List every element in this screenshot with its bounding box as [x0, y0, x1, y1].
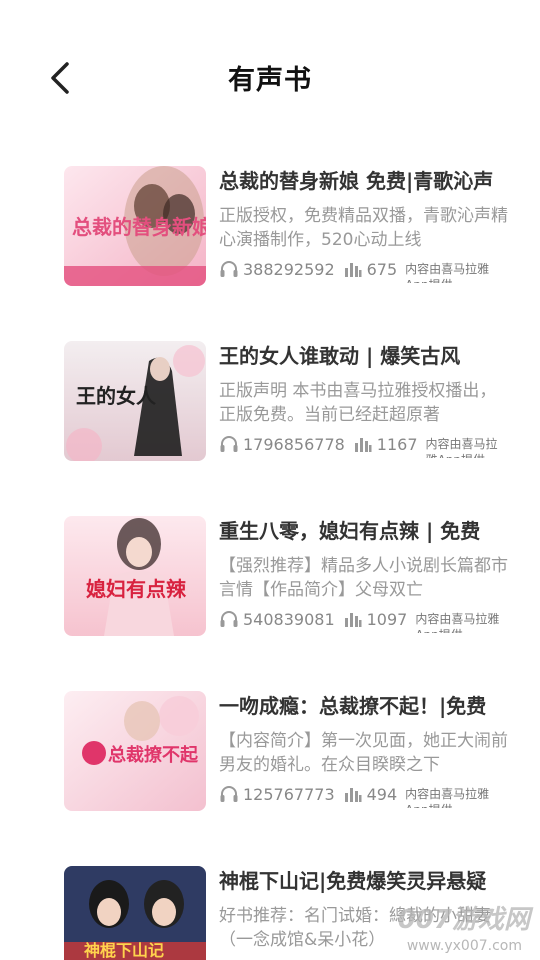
play-count-value: 1796856778 [243, 434, 345, 454]
book-description: 正版授权，免费精品双播，青歌沁声精心演播制作，520心动上线 [219, 206, 508, 250]
play-count-value: 540839081 [243, 609, 335, 629]
list-item[interactable]: 媳妇有点辣 重生八零，媳妇有点辣 | 免费 【强烈推荐】精品多人小说剧长篇都市言… [0, 500, 540, 640]
headphones-icon [220, 786, 238, 802]
book-cover: 总裁撩不起 [64, 691, 206, 811]
book-cover: 王的女人 [64, 341, 206, 461]
headphones-icon [220, 261, 238, 277]
list-item[interactable]: 总裁撩不起 一吻成瘾：总裁撩不起！|免费 【内容简介】第一次见面，她正大闹前男友… [0, 675, 540, 815]
book-description: 【内容简介】第一次见面，她正大闹前男友的婚礼。在众目睽睽之下 [219, 731, 508, 775]
cover-title-text: 总裁撩不起 [108, 744, 199, 766]
content-source: 内容由喜马拉雅App提供 [425, 437, 498, 458]
book-title: 总裁的替身新娘 免费|青歌沁声 [219, 169, 494, 193]
watermark-logo: 007游戏网 [397, 905, 530, 935]
episode-count: 1167 [353, 433, 426, 455]
headphones-icon [220, 436, 238, 452]
book-title: 一吻成瘾：总裁撩不起！|免费 [219, 694, 487, 718]
play-count-value: 125767773 [243, 784, 335, 804]
episode-count-value: 1167 [376, 434, 418, 454]
content-source: 内容由喜马拉雅App提供 [405, 262, 490, 283]
episode-count-value: 1097 [366, 609, 408, 629]
book-description: 【强烈推荐】精品多人小说剧长篇都市言情【作品简介】父母双亡 [219, 556, 508, 600]
play-count: 540839081 [219, 608, 343, 630]
bar-chart-icon [344, 613, 362, 627]
book-title: 神棍下山记|免费爆笑灵异悬疑 [219, 869, 487, 893]
list-item[interactable]: 总裁的替身新娘 总裁的替身新娘 免费|青歌沁声 正版授权，免费精品双播，青歌沁声… [0, 150, 540, 290]
episode-count-value: 494 [366, 784, 398, 804]
play-count-value: 388292592 [243, 259, 335, 279]
episode-count: 675 [343, 258, 406, 280]
cover-title-text: 媳妇有点辣 [86, 577, 187, 601]
episode-count: 494 [343, 783, 406, 805]
top-bar: 有声书 [0, 0, 540, 150]
book-cover: 总裁的替身新娘 [64, 166, 206, 286]
bar-chart-icon [344, 263, 362, 277]
play-count: 388292592 [219, 258, 343, 280]
book-cover: 神棍下山记 [64, 866, 206, 960]
cover-title-text: 总裁的替身新娘 [72, 215, 206, 239]
cover-title-text: 神棍下山记 [84, 941, 164, 960]
book-title: 王的女人谁敢动 | 爆笑古风 [219, 344, 461, 368]
episode-count-value: 675 [366, 259, 398, 279]
content-source: 内容由喜马拉雅App提供 [415, 612, 500, 633]
content-source: 内容由喜马拉雅App提供 [405, 787, 490, 808]
book-cover: 媳妇有点辣 [64, 516, 206, 636]
play-count: 1796856778 [219, 433, 353, 455]
book-title: 重生八零，媳妇有点辣 | 免费 [219, 519, 481, 543]
watermark-url: www.yx007.com [406, 938, 522, 954]
headphones-icon [220, 611, 238, 627]
cover-title-text: 王的女人 [76, 384, 157, 408]
book-description: 正版声明 本书由喜马拉雅授权播出，正版免费。当前已经赶超原著 [219, 381, 497, 425]
play-count: 125767773 [219, 783, 343, 805]
bar-chart-icon [344, 788, 362, 802]
bar-chart-icon [354, 438, 372, 452]
episode-count: 1097 [343, 608, 416, 630]
page-title: 有声书 [228, 65, 312, 96]
list-item[interactable]: 王的女人 王的女人谁敢动 | 爆笑古风 正版声明 本书由喜马拉雅授权播出，正版免… [0, 325, 540, 465]
